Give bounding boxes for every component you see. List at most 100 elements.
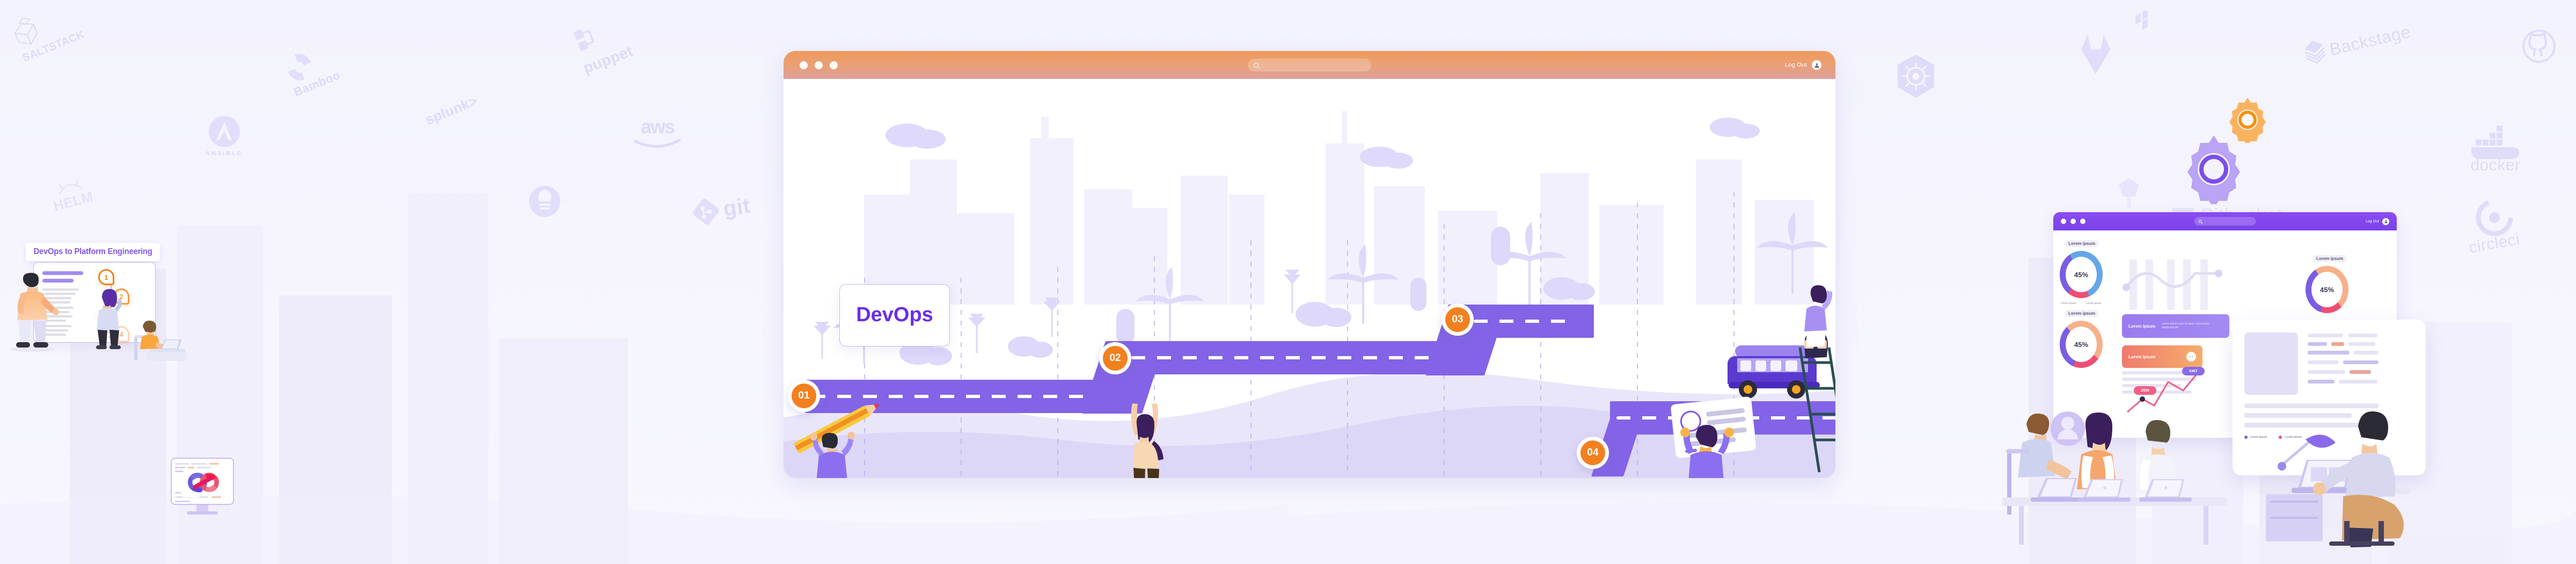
- legend-item: Lorem ipsum: [2085, 302, 2102, 305]
- dashboard-search-bar[interactable]: [2194, 217, 2256, 226]
- road-dash-2: [1131, 356, 1443, 359]
- dashboard-banner: Lorem ipsum Lorem ipsum color sit amet, …: [2122, 314, 2229, 338]
- ansible-icon: [208, 116, 240, 147]
- overlay-line: [2308, 342, 2327, 346]
- infinity-loop-diagram: [180, 471, 219, 497]
- overlay-line: [2348, 334, 2377, 337]
- devops-loop-monitor: [171, 458, 234, 517]
- donut-chart-a: 45%: [2060, 251, 2103, 298]
- road-marker-04[interactable]: 04: [1577, 437, 1609, 469]
- dashboard-account-area[interactable]: Log Out: [2366, 218, 2389, 225]
- search-input[interactable]: [1262, 62, 1353, 68]
- dashboard-orange-card: Lorem ipsum: [2122, 345, 2202, 368]
- bg-logo-aws: aws: [633, 115, 682, 154]
- github-icon: [2522, 30, 2556, 63]
- monitor-base: [187, 511, 218, 515]
- git-icon: [693, 198, 719, 225]
- bg-logo-puppet: puppet: [570, 14, 635, 77]
- left-board-scene: DevOps to Platform Engineering 1 2 4: [0, 177, 365, 553]
- overlay-line: [2354, 351, 2379, 355]
- devops-sign-card[interactable]: DevOps: [839, 284, 950, 346]
- donut-b-value: 45%: [2066, 327, 2097, 362]
- person-arms-up: [1131, 403, 1163, 478]
- overlay-line: [2308, 334, 2343, 337]
- donut-c-value: 45%: [2311, 272, 2343, 307]
- illustration-stage: SALTSTACK ANSIBLE HELM Bamboo puppet spl…: [0, 0, 2576, 564]
- dashboard-team-scene: Log Out Lorem ipsum 45% Lorem ipsum Lore…: [2002, 98, 2576, 553]
- person-at-desk-right: [2259, 411, 2411, 547]
- widget-label-a: Lorem ipsum: [2065, 240, 2099, 247]
- roadmap-browser-window: Log Out 01 02 03 04 DevOps: [784, 51, 1835, 478]
- banner-title: Lorem ipsum: [2128, 323, 2156, 329]
- jenkins-icon: [529, 186, 560, 217]
- browser-titlebar: Log Out: [784, 51, 1835, 79]
- road-marker-02[interactable]: 02: [1099, 342, 1131, 374]
- browser-search-bar[interactable]: [1248, 59, 1371, 71]
- trend-chart: [2123, 259, 2222, 310]
- logout-button[interactable]: Log Out: [2366, 220, 2379, 223]
- bg-logo-saltstack: SALTSTACK: [4, 0, 86, 66]
- road-connector: [1572, 305, 1594, 338]
- bg-logo-bamboo: Bamboo: [281, 41, 342, 99]
- window-controls[interactable]: [800, 61, 838, 69]
- donut-chart-c: 45%: [2306, 266, 2348, 313]
- bg-logo-docker: docker: [2469, 124, 2522, 175]
- overlay-line: [2308, 351, 2350, 355]
- widget-label-b: Lorem ipsum: [2065, 310, 2099, 317]
- bg-logo-jenkins: [529, 185, 561, 220]
- user-avatar-icon[interactable]: [1812, 60, 1821, 70]
- window-controls[interactable]: [2061, 219, 2085, 224]
- monitor-screen: [171, 458, 234, 505]
- road-marker-label: 04: [1580, 440, 1605, 465]
- search-icon: [1254, 62, 1258, 68]
- page-title: DevOps to Platform Engineering: [33, 247, 152, 256]
- maximize-icon[interactable]: [2080, 219, 2085, 224]
- logout-button[interactable]: Log Out: [1785, 62, 1807, 68]
- bg-logo-ansible: ANSIBLE: [206, 115, 243, 157]
- aws-smile-icon: [634, 139, 681, 148]
- person-standing-left: [10, 272, 59, 352]
- road-marker-03[interactable]: 03: [1441, 303, 1474, 336]
- banner-body: Lorem ipsum color sit amet, consectetur …: [2162, 322, 2209, 330]
- road-dash-3: [1474, 320, 1570, 323]
- person-at-laptop: [134, 320, 187, 361]
- search-icon: [2198, 220, 2202, 223]
- step-marker-1[interactable]: 1: [98, 269, 114, 285]
- more-options-icon[interactable]: [2186, 352, 2196, 361]
- road-marker-label: 02: [1103, 346, 1128, 371]
- widget-label-c: Lorem ipsum: [2313, 255, 2347, 262]
- bg-logo-splunk: splunk>: [422, 92, 480, 128]
- team-at-table: [2002, 411, 2227, 545]
- minimize-icon[interactable]: [815, 61, 823, 69]
- bg-logo-github: [2522, 30, 2556, 66]
- overlay-line: [2348, 342, 2375, 346]
- browser-account-area[interactable]: Log Out: [1785, 60, 1821, 70]
- gear-icon-purple: [2187, 135, 2240, 204]
- close-icon[interactable]: [2061, 219, 2066, 224]
- legend-item: Lorem ipsum: [2061, 302, 2076, 305]
- maximize-icon[interactable]: [830, 61, 838, 69]
- browser-frame: Log Out 01 02 03 04 DevOps: [784, 51, 1835, 478]
- road-marker-label: 01: [792, 384, 816, 408]
- devops-sign-label: DevOps: [856, 303, 933, 327]
- orange-card-title: Lorem ipsum: [2128, 354, 2156, 359]
- user-avatar-icon[interactable]: [2382, 218, 2389, 225]
- overlay-line: [2331, 342, 2344, 346]
- bg-logo-terraform: [2133, 9, 2153, 37]
- donut-chart-b: 45%: [2060, 321, 2103, 368]
- person-standing-right: [93, 289, 123, 352]
- terraform-icon: [2135, 9, 2148, 30]
- bg-logo-kubernetes: [1894, 54, 1937, 102]
- ladder-with-person: [1798, 285, 1835, 473]
- close-icon[interactable]: [800, 61, 808, 69]
- browser-content: 01 02 03 04 05: [784, 79, 1835, 478]
- step-number: 1: [104, 273, 108, 281]
- dashboard-titlebar: Log Out: [2053, 212, 2397, 230]
- minimize-icon[interactable]: [2070, 219, 2076, 224]
- donut-a-legend: Lorem ipsum Lorem ipsum: [2061, 302, 2102, 305]
- road-marker-label: 03: [1445, 307, 1470, 332]
- bg-logo-backstage: Backstage: [2301, 18, 2413, 70]
- gitlab-icon: [2081, 34, 2110, 74]
- road-marker-01[interactable]: 01: [788, 380, 820, 412]
- board-title-card: DevOps to Platform Engineering: [26, 243, 160, 261]
